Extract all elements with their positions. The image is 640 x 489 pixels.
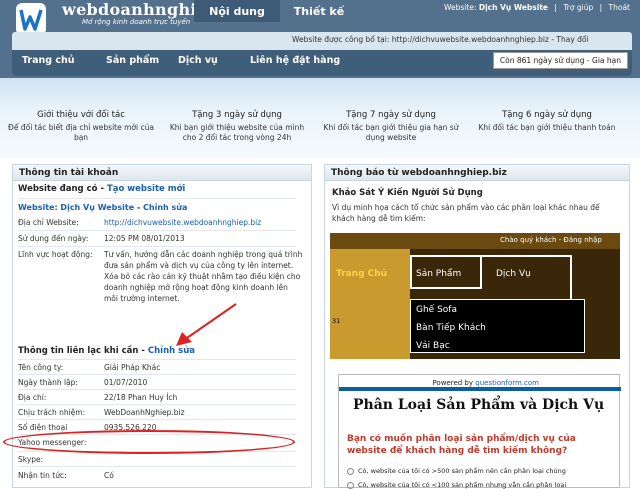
promo-item[interactable]: Giới thiệu với đối tác Để đối tác biết đ… bbox=[6, 110, 156, 143]
field-value: WebDoanhNghiep.biz bbox=[104, 408, 185, 417]
powered-by: Powered by questionform.com bbox=[432, 379, 539, 387]
promo-title: Tặng 6 ngày sử dụng bbox=[502, 110, 592, 120]
promo-title: Tặng 3 ngày sử dụng bbox=[192, 110, 282, 120]
promo-desc: Khi bạn giới thiệu website của mình cho … bbox=[169, 123, 305, 142]
website-url-link[interactable]: http://dichvuwebsite.webdoanhnghiep.biz bbox=[104, 217, 261, 228]
expiry-value: 12:05 PM 08/01/2013 bbox=[104, 234, 185, 243]
survey-form: Powered by questionform.com Phân Loại Sả… bbox=[338, 374, 621, 489]
promo-desc: Khi đối tác bạn giới thiệu gia hạn sử dụ… bbox=[323, 123, 459, 142]
tab-design[interactable]: Thiết kế bbox=[284, 0, 354, 22]
field-label: Sử dụng đến ngày: bbox=[18, 234, 89, 243]
published-url-note[interactable]: Website được công bố tại: http://dichvuw… bbox=[292, 35, 589, 44]
form-option[interactable]: Có, website của tôi có >500 sản phẩm nên… bbox=[347, 467, 566, 475]
logout-link[interactable]: Thoát bbox=[609, 3, 630, 12]
website-label: Website: bbox=[444, 3, 477, 12]
field-label: Chịu trách nhiệm: bbox=[18, 408, 86, 417]
site-line: Website: Dịch Vụ Website - Chỉnh sửa bbox=[18, 203, 188, 212]
field-label: Tên công ty: bbox=[18, 363, 64, 372]
field-label: Nhận tin tức: bbox=[18, 471, 67, 480]
nav-home[interactable]: Trang chủ bbox=[22, 55, 75, 66]
days-remaining-box[interactable]: Còn 861 ngày sử dụng - Gia hạn bbox=[492, 52, 628, 69]
support-link[interactable]: Trợ giúp bbox=[563, 3, 593, 12]
img-sub-sofa: Ghế Sofa bbox=[416, 305, 457, 315]
field-value: 22/18 Phan Huy Ích bbox=[104, 393, 178, 402]
form-title: Phân Loại Sản Phẩm và Dịch Vụ bbox=[353, 397, 605, 413]
account-heading: Thông tin tài khoản bbox=[13, 165, 311, 181]
field-label: Số điện thoại bbox=[18, 423, 68, 432]
field-value: 01/07/2010 bbox=[104, 378, 148, 387]
field-value: Giải Pháp Khác bbox=[104, 363, 161, 372]
survey-desc: Vì dụ minh họa cách tổ chức sản phẩm vào… bbox=[332, 203, 600, 223]
img-menu-home: Trang Chủ bbox=[336, 269, 388, 279]
top-links: Website: Dịch Vụ Website | Trợ giúp | Th… bbox=[444, 3, 630, 12]
img-sub-fabric: Vải Bạc bbox=[416, 341, 450, 351]
create-website-link[interactable]: Tạo website mới bbox=[107, 184, 185, 194]
contact-heading: Thông tin liên lạc khi cần - Chỉnh sửa bbox=[18, 346, 196, 356]
field-label: Địa chỉ Website: bbox=[18, 218, 79, 227]
radio-button[interactable] bbox=[347, 467, 354, 475]
business-field-value: Tư vấn, hướng dẫn các doanh nghiệp trong… bbox=[104, 250, 303, 303]
img-corner-number: 31 bbox=[332, 317, 341, 325]
powered-by-link[interactable]: questionform.com bbox=[475, 379, 539, 387]
promo-item[interactable]: Tặng 6 ngày sử dụng Khi đối tác bạn giới… bbox=[472, 110, 622, 133]
edit-site-link[interactable]: Chỉnh sửa bbox=[143, 203, 187, 212]
field-value: Có bbox=[104, 471, 114, 480]
nav-bar: Website được công bố tại: http://dichvuw… bbox=[12, 32, 632, 76]
site-name-link[interactable]: Website: Dịch Vụ Website bbox=[18, 203, 134, 212]
nav-contact-order[interactable]: Liên hệ đặt hàng bbox=[250, 55, 340, 66]
img-greeting: Chào quý khách - Đăng nhập bbox=[500, 236, 602, 244]
field-label: Địa chỉ: bbox=[18, 393, 47, 402]
websites-line: Website đang có - Tạo website mới bbox=[18, 184, 186, 194]
img-sub-table: Bàn Tiếp Khách bbox=[416, 323, 486, 333]
form-question: Bạn có muốn phân loại sản phẩm/dịch vụ c… bbox=[347, 434, 576, 456]
radio-button[interactable] bbox=[347, 481, 354, 489]
top-header: webdoanhnghiep.biz Mở rộng kinh doanh tr… bbox=[0, 0, 640, 78]
logo-tagline: Mở rộng kinh doanh trực tuyến bbox=[82, 18, 191, 26]
img-menu-products: Sản Phẩm bbox=[416, 269, 462, 279]
tab-content[interactable]: Nội dung bbox=[194, 0, 280, 22]
example-menu-image: Chào quý khách - Đăng nhập Trang Chủ Sản… bbox=[330, 233, 620, 359]
promo-desc: Khi đối tác bạn giới thiệu thanh toán bbox=[478, 123, 616, 132]
field-label: Ngày thành lập: bbox=[18, 378, 78, 387]
promo-desc: Để đối tác biết địa chỉ website mới của … bbox=[8, 123, 154, 142]
field-label: Lĩnh vực hoạt động: bbox=[18, 250, 93, 259]
notice-heading: Thông báo từ webdoanhnghiep.biz bbox=[325, 165, 629, 181]
nav-products[interactable]: Sản phẩm bbox=[106, 55, 159, 66]
promo-title: Tặng 7 ngày sử dụng bbox=[346, 110, 436, 120]
annotation-ellipse bbox=[3, 430, 295, 454]
promo-item[interactable]: Tặng 3 ngày sử dụng Khi bạn giới thiệu w… bbox=[162, 110, 312, 143]
img-menu-services: Dịch Vụ bbox=[496, 269, 531, 279]
field-label: Skype: bbox=[18, 455, 44, 464]
promo-title[interactable]: Giới thiệu với đối tác bbox=[6, 110, 156, 120]
website-name-link[interactable]: Dịch Vụ Website bbox=[479, 3, 548, 12]
nav-services[interactable]: Dịch vụ bbox=[178, 55, 218, 66]
promo-item[interactable]: Tặng 7 ngày sử dụng Khi đối tác bạn giới… bbox=[316, 110, 466, 143]
annotation-arrow-icon bbox=[176, 303, 237, 346]
survey-title: Khảo Sát Ý Kiến Người Sử Dụng bbox=[332, 188, 483, 198]
main-nav: Trang chủ Sản phẩm Dịch vụ Liên hệ đặt h… bbox=[12, 50, 632, 76]
